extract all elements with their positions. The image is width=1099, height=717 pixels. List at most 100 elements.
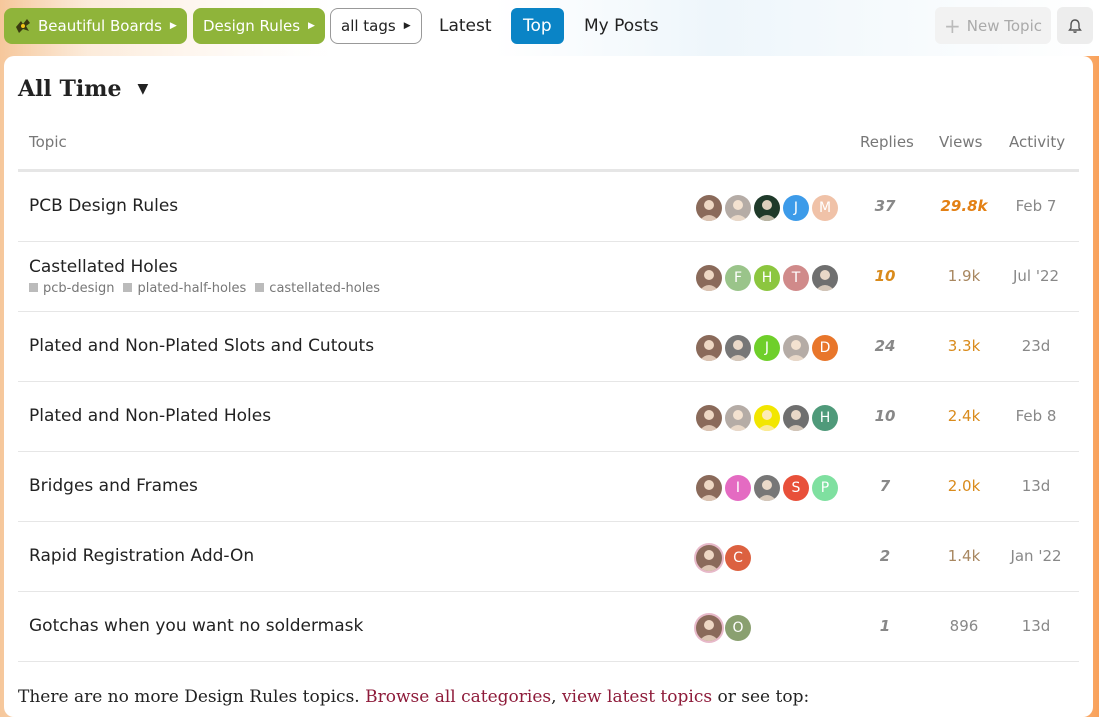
new-topic-button[interactable]: + New Topic xyxy=(935,7,1051,44)
avatar[interactable] xyxy=(696,545,722,571)
nav-top[interactable]: Top xyxy=(511,8,564,44)
avatar[interactable] xyxy=(696,195,722,221)
footer-prefix: There are no more Design Rules topics. xyxy=(18,687,360,707)
views-count: 2.4k xyxy=(947,407,981,425)
avatar[interactable]: C xyxy=(725,545,751,571)
caret-right-icon: ▶ xyxy=(169,21,177,31)
avatar[interactable] xyxy=(783,335,809,361)
views-count: 2.0k xyxy=(947,477,981,495)
views-count: 896 xyxy=(949,617,979,635)
avatar[interactable]: J xyxy=(754,335,780,361)
column-topic[interactable]: Topic xyxy=(29,133,67,151)
breadcrumb-design-rules[interactable]: Design Rules ▶ xyxy=(193,8,325,44)
activity-date[interactable]: 13d xyxy=(1000,617,1072,635)
table-row[interactable]: Castellated Holes pcb-design plated-half-h… xyxy=(18,242,1079,312)
activity-date[interactable]: 13d xyxy=(1000,477,1072,495)
avatar[interactable] xyxy=(812,265,838,291)
replies-count: 2 xyxy=(879,547,891,565)
topic-tags: pcb-design plated-half-holes castellated-h… xyxy=(29,281,380,296)
top-navigation-bar: Beautiful Boards ▶ Design Rules ▶ all ta… xyxy=(0,0,1099,56)
table-row[interactable]: Bridges and Frames I S P 7 2.0k 13d xyxy=(18,452,1079,522)
avatar[interactable]: D xyxy=(812,335,838,361)
tag-link[interactable]: plated-half-holes xyxy=(123,281,246,296)
topic-title-link[interactable]: Gotchas when you want no soldermask xyxy=(29,616,363,636)
avatar[interactable] xyxy=(696,335,722,361)
avatar[interactable] xyxy=(725,195,751,221)
table-row[interactable]: Plated and Non-Plated Holes H 10 2.4k Feb 8 xyxy=(18,382,1079,452)
poster-avatars: FHT xyxy=(696,265,838,291)
avatar[interactable]: H xyxy=(812,405,838,431)
avatar[interactable] xyxy=(696,615,722,641)
replies-count: 10 xyxy=(874,407,896,425)
beautiful-boards-logo-icon xyxy=(16,19,30,33)
views-count: 3.3k xyxy=(947,337,981,355)
poster-avatars: JD xyxy=(696,335,838,361)
topic-title-link[interactable]: Castellated Holes xyxy=(29,257,178,277)
nav-latest[interactable]: Latest xyxy=(427,8,504,44)
poster-avatars: I SP xyxy=(696,475,838,501)
activity-date[interactable]: Jul '22 xyxy=(1000,267,1072,285)
caret-right-icon: ▶ xyxy=(308,21,315,31)
avatar[interactable]: J xyxy=(783,195,809,221)
tag-link[interactable]: pcb-design xyxy=(29,281,114,296)
poster-avatars: O xyxy=(696,615,751,641)
topic-title-link[interactable]: Bridges and Frames xyxy=(29,476,198,496)
avatar[interactable]: T xyxy=(783,265,809,291)
tag-link[interactable]: castellated-holes xyxy=(255,281,380,296)
replies-count: 10 xyxy=(874,267,896,285)
avatar[interactable] xyxy=(754,475,780,501)
avatar[interactable] xyxy=(754,195,780,221)
breadcrumb-label: Design Rules xyxy=(203,17,301,35)
new-topic-label: New Topic xyxy=(966,16,1042,35)
breadcrumb-beautiful-boards[interactable]: Beautiful Boards ▶ xyxy=(4,8,187,44)
browse-all-categories-link[interactable]: Browse all categories xyxy=(365,687,551,707)
nav-my-posts[interactable]: My Posts xyxy=(572,8,671,44)
avatar[interactable] xyxy=(696,405,722,431)
avatar[interactable] xyxy=(696,475,722,501)
avatar[interactable]: S xyxy=(783,475,809,501)
topic-list-header: Topic Replies Views Activity xyxy=(18,130,1079,172)
column-replies[interactable]: Replies xyxy=(860,133,914,151)
notifications-button[interactable] xyxy=(1057,7,1093,44)
avatar[interactable]: F xyxy=(725,265,751,291)
poster-avatars: JM xyxy=(696,195,838,221)
column-activity[interactable]: Activity xyxy=(1009,133,1065,151)
avatar[interactable]: M xyxy=(812,195,838,221)
replies-count: 37 xyxy=(874,197,896,215)
avatar[interactable]: P xyxy=(812,475,838,501)
views-count: 1.4k xyxy=(947,547,981,565)
table-row[interactable]: Rapid Registration Add-On C 2 1.4k Jan '22 xyxy=(18,522,1079,592)
avatar[interactable] xyxy=(783,405,809,431)
activity-date[interactable]: Feb 7 xyxy=(1000,197,1072,215)
views-count: 1.9k xyxy=(947,267,981,285)
table-row[interactable]: Gotchas when you want no soldermask O 1 896… xyxy=(18,592,1079,662)
caret-down-icon: ▼ xyxy=(137,81,149,97)
activity-date[interactable]: 23d xyxy=(1000,337,1072,355)
table-row[interactable]: Plated and Non-Plated Slots and Cutouts J… xyxy=(18,312,1079,382)
topic-title-link[interactable]: Plated and Non-Plated Holes xyxy=(29,406,271,426)
table-row[interactable]: PCB Design Rules J M 37 29.8k Feb 7 xyxy=(18,172,1079,242)
avatar[interactable] xyxy=(725,335,751,361)
breadcrumb-label: Beautiful Boards xyxy=(38,17,162,35)
avatar[interactable] xyxy=(725,405,751,431)
avatar[interactable] xyxy=(696,265,722,291)
replies-count: 7 xyxy=(879,477,891,495)
poster-avatars: C xyxy=(696,545,751,571)
avatar[interactable]: O xyxy=(725,615,751,641)
topic-title-link[interactable]: Rapid Registration Add-On xyxy=(29,546,254,566)
activity-date[interactable]: Jan '22 xyxy=(1000,547,1072,565)
poster-avatars: H xyxy=(696,405,838,431)
topic-title-link[interactable]: PCB Design Rules xyxy=(29,196,178,216)
view-latest-topics-link[interactable]: view latest topics xyxy=(562,687,712,707)
avatar[interactable]: H xyxy=(754,265,780,291)
breadcrumb-all-tags[interactable]: all tags ▶ xyxy=(330,8,422,44)
footer-suffix: or see top: xyxy=(717,687,810,707)
topic-title-link[interactable]: Plated and Non-Plated Slots and Cutouts xyxy=(29,336,374,356)
activity-date[interactable]: Feb 8 xyxy=(1000,407,1072,425)
period-selector[interactable]: All Time ▼ xyxy=(18,76,148,102)
caret-right-icon: ▶ xyxy=(403,21,411,31)
avatar[interactable]: I xyxy=(725,475,751,501)
avatar[interactable] xyxy=(754,405,780,431)
footer-separator: , xyxy=(551,687,557,707)
column-views[interactable]: Views xyxy=(939,133,982,151)
